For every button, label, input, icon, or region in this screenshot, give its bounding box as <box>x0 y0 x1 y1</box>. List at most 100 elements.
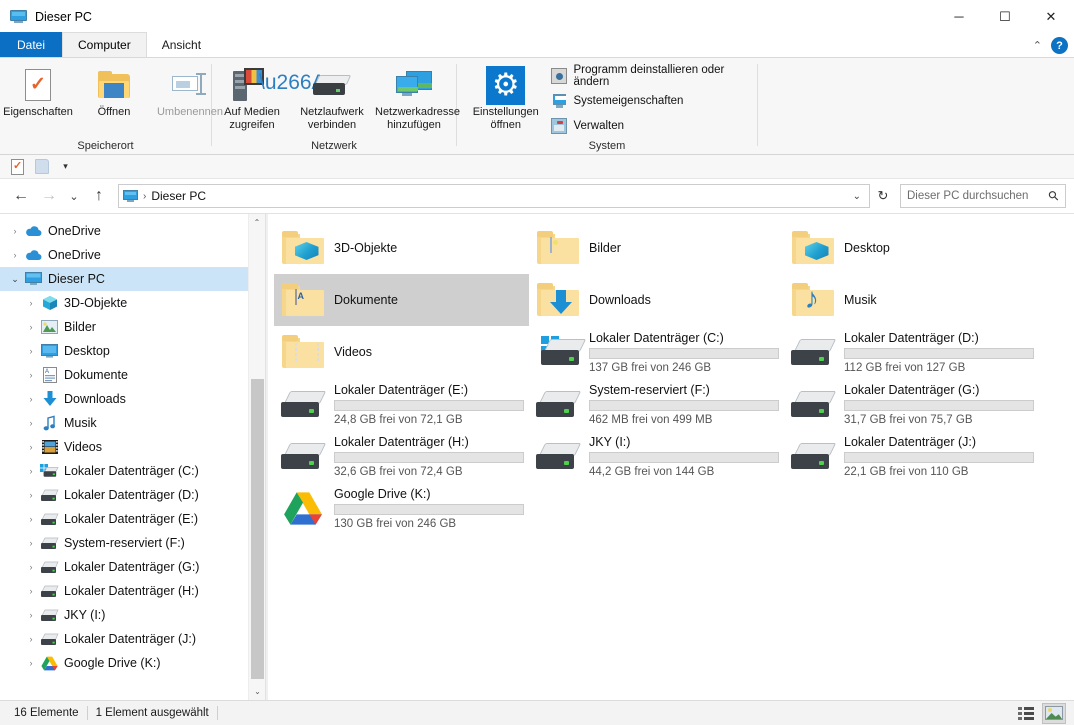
sidebar-item-videos[interactable]: › Videos <box>0 435 265 459</box>
drive-item[interactable]: Google Drive (K:) 130 GB frei von 246 GB <box>274 482 529 534</box>
chevron-right-icon[interactable]: › <box>22 658 40 668</box>
open-settings-button[interactable]: Einstellungen öffnen <box>465 62 547 138</box>
chevron-right-icon[interactable]: › <box>22 442 40 452</box>
sidebar-item-lokaler-datentr-ger-e[interactable]: › Lokaler Datenträger (E:) <box>0 507 265 531</box>
manage-item[interactable]: Verwalten <box>550 116 758 136</box>
sidebar-item-jky-i[interactable]: › JKY (I:) <box>0 603 265 627</box>
folder-item[interactable]: Downloads <box>529 274 784 326</box>
breadcrumb-current[interactable]: Dieser PC <box>151 189 206 203</box>
sidebar-item-onedrive[interactable]: › OneDrive <box>0 219 265 243</box>
folder-item[interactable]: Desktop <box>784 222 1039 274</box>
folder-tree: › OneDrive › OneDrive ⌄ Dieser PC › 3D-Objekte ›… <box>0 214 265 675</box>
sidebar-item-lokaler-datentr-ger-j[interactable]: › Lokaler Datenträger (J:) <box>0 627 265 651</box>
sidebar-item-3d-objekte[interactable]: › 3D-Objekte <box>0 291 265 315</box>
drive-item[interactable]: JKY (I:) 44,2 GB frei von 144 GB <box>529 430 784 482</box>
sidebar-item-bilder[interactable]: › Bilder <box>0 315 265 339</box>
details-view-button[interactable] <box>1014 703 1038 724</box>
sidebar-item-desktop[interactable]: › Desktop <box>0 339 265 363</box>
folder-item-label: Downloads <box>589 293 651 307</box>
chevron-down-icon[interactable]: ⌄ <box>853 191 865 202</box>
scroll-up-icon[interactable]: ⌃ <box>249 214 265 231</box>
folder-item[interactable]: Musik <box>784 274 1039 326</box>
ribbon-group-system-label: System <box>588 140 626 152</box>
folder-item[interactable]: 3D-Objekte <box>274 222 529 274</box>
folder-item[interactable]: Videos <box>274 326 529 378</box>
chevron-down-icon[interactable]: ⌄ <box>6 274 24 285</box>
scroll-down-icon[interactable]: ⌄ <box>249 683 265 700</box>
drive-info: Lokaler Datenträger (C:) 137 GB frei von … <box>589 331 779 374</box>
tab-ansicht[interactable]: Ansicht <box>147 32 216 57</box>
chevron-right-icon[interactable]: › <box>22 562 40 572</box>
breadcrumb[interactable]: › Dieser PC ⌄ <box>118 184 870 208</box>
drive-icon <box>40 585 59 598</box>
large-icons-view-button[interactable] <box>1042 702 1066 724</box>
access-media-button[interactable]: \u266A Auf Medien zugreifen <box>212 62 326 138</box>
drive-item[interactable]: System-reserviert (F:) 462 MB frei von 49… <box>529 378 784 430</box>
drive-free-space: 137 GB frei von 246 GB <box>589 361 712 374</box>
chevron-right-icon[interactable]: › <box>22 322 40 332</box>
drive-item[interactable]: Lokaler Datenträger (D:) 112 GB frei von … <box>784 326 1039 378</box>
folder-item[interactable]: Bilder <box>529 222 784 274</box>
back-button[interactable]: ← <box>8 183 34 209</box>
scrollbar-thumb[interactable] <box>251 379 264 679</box>
drive-item[interactable]: Lokaler Datenträger (E:) 24,8 GB frei von… <box>274 378 529 430</box>
drive-item[interactable]: Lokaler Datenträger (G:) 31,7 GB frei von… <box>784 378 1039 430</box>
sidebar-item-dokumente[interactable]: › A Dokumente <box>0 363 265 387</box>
tab-datei[interactable]: Datei <box>0 32 63 57</box>
search-icon[interactable]: ⚲ <box>1045 187 1063 205</box>
drive-item[interactable]: Lokaler Datenträger (C:) 137 GB frei von … <box>529 326 784 378</box>
chevron-right-icon[interactable]: › <box>22 370 40 380</box>
recent-locations-button[interactable]: ⌄ <box>64 183 84 209</box>
chevron-right-icon[interactable]: › <box>22 514 40 524</box>
sidebar-item-dieser-pc[interactable]: ⌄ Dieser PC <box>0 267 265 291</box>
chevron-right-icon[interactable]: › <box>22 490 40 500</box>
chevron-right-icon[interactable]: › <box>22 418 40 428</box>
tab-computer[interactable]: Computer <box>62 32 147 57</box>
chevron-right-icon[interactable]: › <box>22 538 40 548</box>
chevron-right-icon[interactable]: › <box>22 298 40 308</box>
sidebar-item-system-reserviert-f[interactable]: › System-reserviert (F:) <box>0 531 265 555</box>
qat-properties-button[interactable] <box>8 157 27 176</box>
chevron-right-icon[interactable]: › <box>22 586 40 596</box>
chevron-right-icon[interactable]: › <box>22 466 40 476</box>
sidebar-item-lokaler-datentr-ger-d[interactable]: › Lokaler Datenträger (D:) <box>0 483 265 507</box>
sidebar-item-google-drive-k[interactable]: › Google Drive (K:) <box>0 651 265 675</box>
sidebar-item-onedrive[interactable]: › OneDrive <box>0 243 265 267</box>
minimize-button[interactable]: ─ <box>936 0 982 33</box>
sidebar-item-musik[interactable]: › Musik <box>0 411 265 435</box>
qat-new-folder-button[interactable] <box>32 157 51 176</box>
chevron-right-icon[interactable]: › <box>22 634 40 644</box>
up-button[interactable]: ↑ <box>86 183 112 209</box>
folder-documents-icon <box>280 282 325 318</box>
sidebar-scrollbar[interactable]: ⌃ ⌄ <box>248 214 265 700</box>
refresh-button[interactable]: ↻ <box>872 184 894 208</box>
properties-button[interactable]: Eigenschaften <box>0 62 76 138</box>
help-icon[interactable]: ? <box>1051 37 1068 54</box>
sidebar-item-lokaler-datentr-ger-h[interactable]: › Lokaler Datenträger (H:) <box>0 579 265 603</box>
drive-item[interactable]: Lokaler Datenträger (H:) 32,6 GB frei von… <box>274 430 529 482</box>
close-button[interactable]: ✕ <box>1028 0 1074 33</box>
collapse-ribbon-icon[interactable]: ⌃ <box>1033 39 1042 52</box>
sidebar-item-label: Google Drive (K:) <box>64 656 161 670</box>
chevron-right-icon[interactable]: › <box>22 346 40 356</box>
system-properties-item[interactable]: Systemeigenschaften <box>551 91 758 111</box>
drive-name: Lokaler Datenträger (E:) <box>334 382 469 397</box>
sidebar-item-lokaler-datentr-ger-g[interactable]: › Lokaler Datenträger (G:) <box>0 555 265 579</box>
uninstall-program-item[interactable]: Programm deinstallieren oder ändern <box>550 64 758 88</box>
sidebar-item-lokaler-datentr-ger-c[interactable]: › Lokaler Datenträger (C:) <box>0 459 265 483</box>
qat-customize-button[interactable]: ▾ <box>56 157 75 176</box>
folder-item[interactable]: Dokumente <box>274 274 529 326</box>
sidebar-item-downloads[interactable]: › Downloads <box>0 387 265 411</box>
downloads-icon <box>40 391 59 407</box>
folder-pictures-icon <box>535 230 580 266</box>
chevron-right-icon[interactable]: › <box>6 250 24 260</box>
chevron-right-icon[interactable]: › <box>6 226 24 236</box>
drive-item[interactable]: Lokaler Datenträger (J:) 22,1 GB frei von… <box>784 430 1039 482</box>
chevron-right-icon[interactable]: › <box>22 610 40 620</box>
chevron-right-icon[interactable]: › <box>22 394 40 404</box>
add-network-address-button[interactable]: Netzwerkadresse hinzufügen <box>372 62 460 138</box>
drive-free-space: 24,8 GB frei von 72,1 GB <box>334 413 463 426</box>
maximize-button[interactable]: ☐ <box>982 0 1028 33</box>
open-button[interactable]: Öffnen <box>76 62 152 138</box>
search-input[interactable]: Dieser PC durchsuchen ⚲ <box>900 184 1066 208</box>
